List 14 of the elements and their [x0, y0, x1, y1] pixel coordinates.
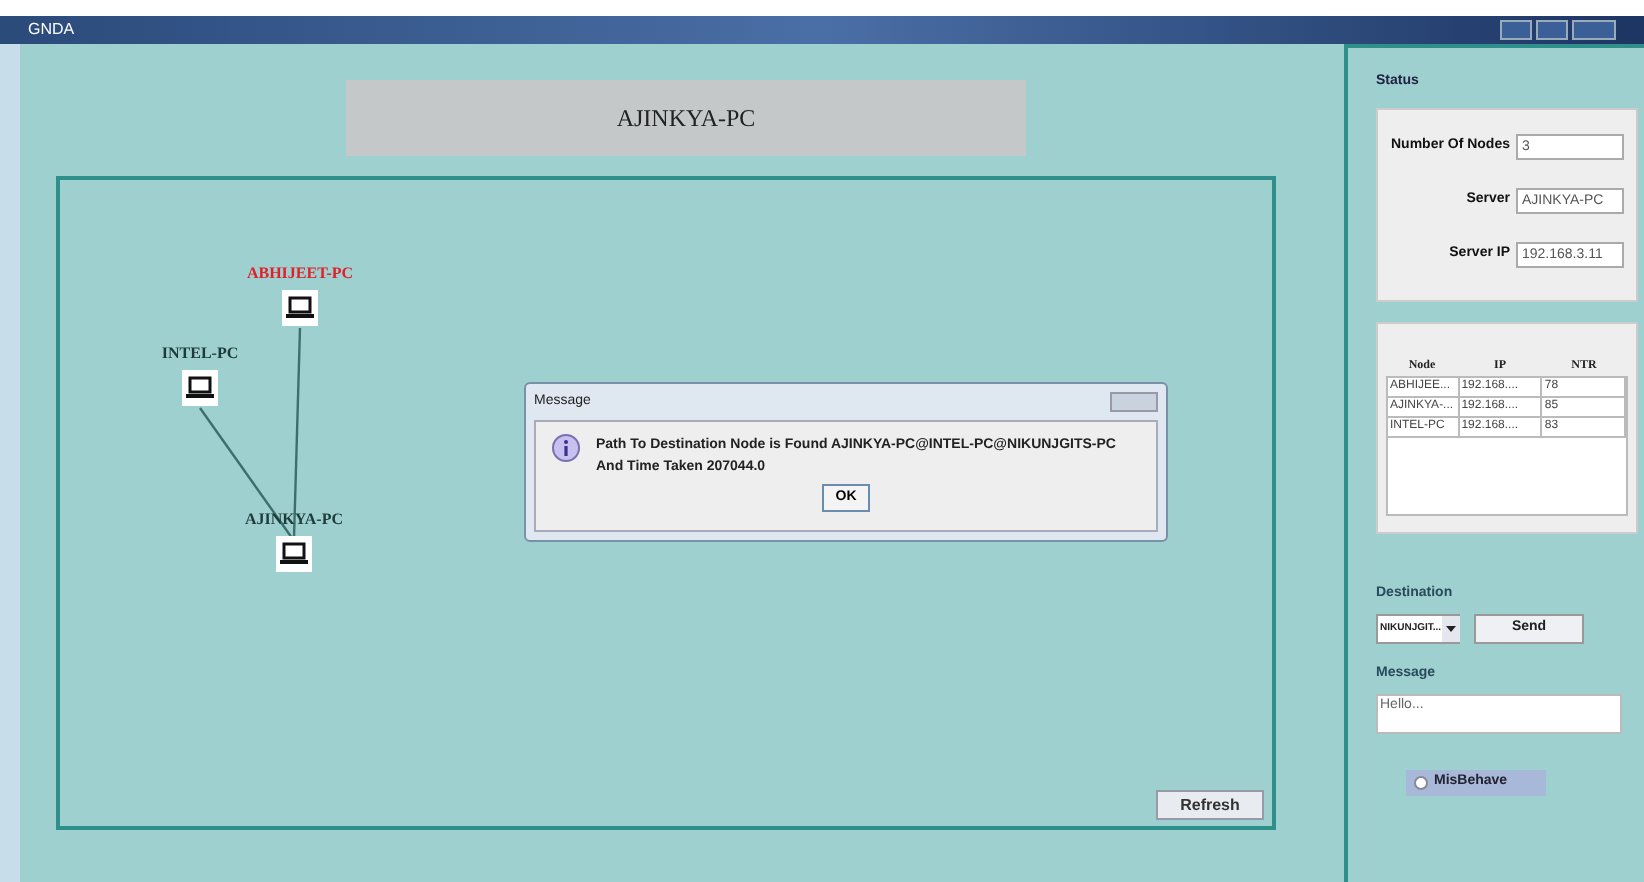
laptop-icon	[282, 290, 318, 326]
minimize-button[interactable]	[1500, 20, 1532, 40]
laptop-icon	[182, 370, 218, 406]
laptop-icon	[276, 536, 312, 572]
maximize-button[interactable]	[1536, 20, 1568, 40]
refresh-button[interactable]: Refresh	[1156, 790, 1264, 820]
info-icon	[552, 434, 580, 462]
window-title: GNDA	[28, 18, 75, 42]
node-label: ABHIJEET-PC	[246, 264, 354, 284]
caret-icon	[1441, 616, 1460, 642]
node-label: INTEL-PC	[161, 344, 239, 364]
close-button[interactable]	[1572, 20, 1616, 40]
host-header: AJINKYA-PC	[346, 80, 1026, 156]
close-button[interactable]	[1110, 392, 1158, 412]
